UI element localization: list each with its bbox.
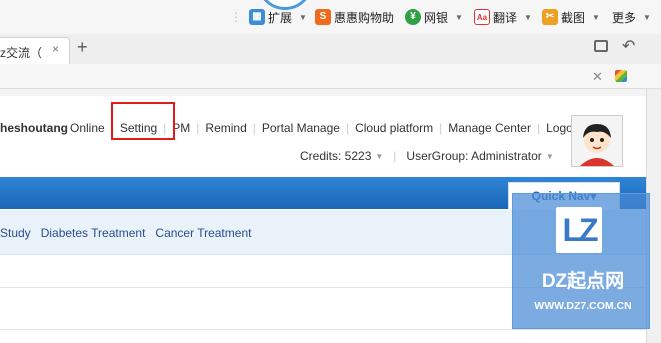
portal-manage-link[interactable]: Portal Manage [262,121,340,135]
setting-highlight-box [111,102,175,140]
avatar[interactable] [571,115,623,167]
sub-nav-links: Study Diabetes Treatment Cancer Treatmen… [0,226,251,240]
shrink-icon[interactable]: ✕ [592,69,603,85]
user-info-bar: heshoutang Online | Setting | PM | Remin… [0,120,583,136]
cartoon-avatar-icon [572,116,622,166]
watermark-text: DZ起点网 [541,271,625,292]
drag-handle-icon: ⋮ [230,10,242,24]
bank-shield-icon: ¥ [405,9,421,25]
restore-icon[interactable]: ↶ [622,36,635,56]
divider: | [196,121,200,135]
divider: | [439,121,443,135]
sub-nav-link-study[interactable]: Study [0,226,31,240]
divider: | [345,121,350,135]
translate-button[interactable]: Aa 翻译 ▼ [474,8,532,26]
online-bank-button[interactable]: ¥ 网银 ▼ [405,8,463,26]
credits-bar: Credits: 5223 ▼ | UserGroup: Administrat… [300,149,554,163]
secondary-toolbar [0,64,661,89]
new-tab-button[interactable]: + [77,37,88,57]
tab-strip: z交流（ × [0,34,661,65]
shopping-assistant-button[interactable]: S 惠惠购物助 [315,8,394,26]
usergroup-dropdown[interactable]: UserGroup: Administrator [406,149,541,163]
chevron-down-icon: ▼ [299,12,307,22]
screenshot-button[interactable]: ✂ 截图 ▼ [542,8,600,26]
chevron-down-icon: ▼ [643,12,651,22]
cloud-platform-link[interactable]: Cloud platform [355,121,433,135]
shopping-assistant-icon: S [315,9,331,25]
chevron-down-icon: ▼ [375,151,384,161]
content-divider [0,329,646,330]
divider: | [252,121,256,135]
chevron-down-icon: ▼ [455,12,463,22]
divider: | [536,121,541,135]
extension-toolbar: ⋮ ▦ 扩展 ▼ S 惠惠购物助 ¥ 网银 ▼ Aa 翻译 ▼ ✂ 截图 ▼ 更多 ▼ [0,0,661,35]
manage-center-link[interactable]: Manage Center [448,121,531,135]
chevron-down-icon: ▼ [524,12,532,22]
watermark-url: WWW.DZ7.COM.CN [534,300,632,312]
tab-title: z交流（ [0,46,43,60]
sub-nav-link-diabetes[interactable]: Diabetes Treatment [41,226,146,240]
tab-list-icon[interactable] [594,40,608,52]
translate-icon: Aa [474,9,490,25]
credits-dropdown[interactable]: Credits: 5223 [300,149,371,163]
sub-nav-link-cancer[interactable]: Cancer Treatment [155,226,251,240]
screenshot-icon: ✂ [542,9,558,25]
online-status: Online [70,121,105,135]
extension-expand-button[interactable]: ⋮ ▦ 扩展 ▼ [230,8,307,26]
divider: | [393,149,397,163]
more-button[interactable]: 更多 ▼ [612,8,651,26]
browser-tab[interactable]: z交流（ × [0,37,70,64]
grid-extension-icon: ▦ [249,9,265,25]
watermark-logo: LZ [556,207,602,253]
color-skin-icon[interactable] [615,70,627,82]
close-icon[interactable]: × [52,42,59,56]
username-link[interactable]: heshoutang [0,121,68,135]
remind-link[interactable]: Remind [205,121,246,135]
chevron-down-icon: ▼ [545,151,554,161]
chevron-down-icon: ▼ [592,12,600,22]
